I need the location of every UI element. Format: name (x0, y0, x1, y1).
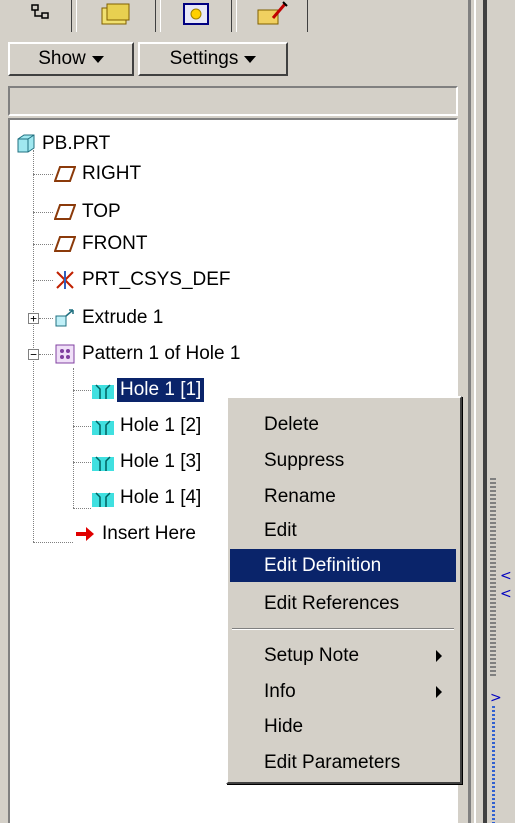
tree-item-hole-2[interactable]: Hole 1 [2] (92, 410, 204, 442)
hole-icon (92, 415, 114, 437)
menu-item-label: Edit Parameters (264, 751, 401, 773)
tree-item-pattern[interactable]: Pattern 1 of Hole 1 (54, 338, 243, 370)
model-tree-icon (30, 3, 49, 19)
chevron-down-icon (244, 55, 257, 63)
tree-item-csys[interactable]: PRT_CSYS_DEF (54, 264, 234, 296)
tree-item-label: PRT_CSYS_DEF (82, 269, 231, 290)
menu-item-setup-note[interactable]: Setup Note (230, 639, 456, 672)
part-icon (14, 133, 36, 155)
tree-item-label: Pattern 1 of Hole 1 (82, 343, 241, 364)
tree-item-label: PB.PRT (42, 133, 111, 154)
menu-item-label: Rename (264, 485, 336, 507)
tab-model-tree[interactable] (10, 0, 72, 32)
expand-right-icon[interactable]: > (490, 690, 502, 706)
datum-plane-icon (53, 163, 77, 185)
menu-item-edit[interactable]: Edit (230, 514, 456, 547)
tree-item-label: Hole 1 [2] (120, 415, 202, 436)
menu-item-edit-definition[interactable]: Edit Definition (230, 549, 456, 582)
menu-item-suppress[interactable]: Suppress (230, 444, 456, 477)
chevron-down-icon (91, 55, 104, 63)
hole-icon (92, 487, 114, 509)
tree-item-top[interactable]: TOP (53, 196, 124, 228)
splitter-grip[interactable] (490, 478, 496, 678)
menu-item-info[interactable]: Info (230, 675, 456, 708)
tree-item-front[interactable]: FRONT (53, 228, 150, 260)
settings-button[interactable]: Settings (138, 42, 288, 76)
submenu-arrow-icon (436, 650, 442, 662)
tree-item-label: Hole 1 [4] (120, 487, 202, 508)
collapse-left-icon[interactable]: < (500, 586, 512, 602)
settings-button-label: Settings (169, 48, 239, 69)
show-button-label: Show (38, 48, 86, 69)
menu-item-hide[interactable]: Hide (230, 710, 456, 743)
menu-item-edit-parameters[interactable]: Edit Parameters (230, 746, 456, 779)
csys-icon (54, 269, 76, 291)
menu-item-label: Info (264, 680, 296, 702)
extrude-icon (54, 307, 76, 329)
show-button[interactable]: Show (8, 42, 134, 76)
tree-item-label: Extrude 1 (82, 307, 164, 328)
favorites-icon (183, 2, 209, 25)
tab-folder-browser[interactable] (76, 0, 156, 32)
menu-item-edit-references[interactable]: Edit References (230, 587, 456, 620)
collapse-toggle[interactable]: − (28, 349, 39, 360)
right-dock-strip: < < > (468, 0, 515, 823)
datum-plane-icon (53, 233, 77, 255)
tree-item-hole-4[interactable]: Hole 1 [4] (92, 482, 204, 514)
tree-item-extrude[interactable]: Extrude 1 (54, 302, 166, 334)
menu-item-label: Suppress (264, 449, 345, 471)
folder-browser-icon (101, 3, 130, 24)
menu-item-rename[interactable]: Rename (230, 480, 456, 513)
tree-item-label: RIGHT (82, 163, 142, 184)
tree-item-label: FRONT (82, 233, 148, 254)
tab-favorites[interactable] (160, 0, 232, 32)
hole-icon (92, 379, 114, 401)
tree-filter-bar[interactable] (8, 86, 458, 116)
pattern-icon (54, 343, 76, 365)
tree-item-insert-here[interactable]: Insert Here (74, 518, 199, 550)
tree-item-label: TOP (82, 201, 121, 222)
tree-item-hole-1[interactable]: Hole 1 [1] (92, 374, 206, 406)
datum-plane-icon (53, 201, 77, 223)
menu-item-label: Edit (264, 519, 297, 541)
tree-root[interactable]: PB.PRT (14, 128, 113, 160)
menu-item-label: Setup Note (264, 644, 360, 666)
insert-arrow-icon (74, 523, 96, 545)
tree-item-hole-3[interactable]: Hole 1 [3] (92, 446, 204, 478)
tree-item-label: Hole 1 [3] (120, 451, 202, 472)
menu-item-label: Hide (264, 715, 304, 737)
expand-toggle[interactable]: + (28, 313, 39, 324)
tree-item-label: Insert Here (102, 523, 196, 544)
context-menu: Delete Suppress Rename Edit Edit Definit… (226, 396, 462, 784)
collapse-left-icon[interactable]: < (500, 568, 512, 584)
tree-item-right[interactable]: RIGHT (53, 158, 144, 190)
menu-item-label: Edit References (264, 592, 400, 614)
menu-item-delete[interactable]: Delete (230, 408, 456, 441)
menu-separator (232, 628, 454, 630)
tab-connections[interactable] (236, 0, 308, 32)
submenu-arrow-icon (436, 686, 442, 698)
hole-icon (92, 451, 114, 473)
menu-item-label: Edit Definition (264, 554, 382, 576)
menu-item-label: Delete (264, 413, 319, 435)
tree-item-label: Hole 1 [1] (115, 377, 206, 403)
connections-icon (257, 0, 288, 24)
